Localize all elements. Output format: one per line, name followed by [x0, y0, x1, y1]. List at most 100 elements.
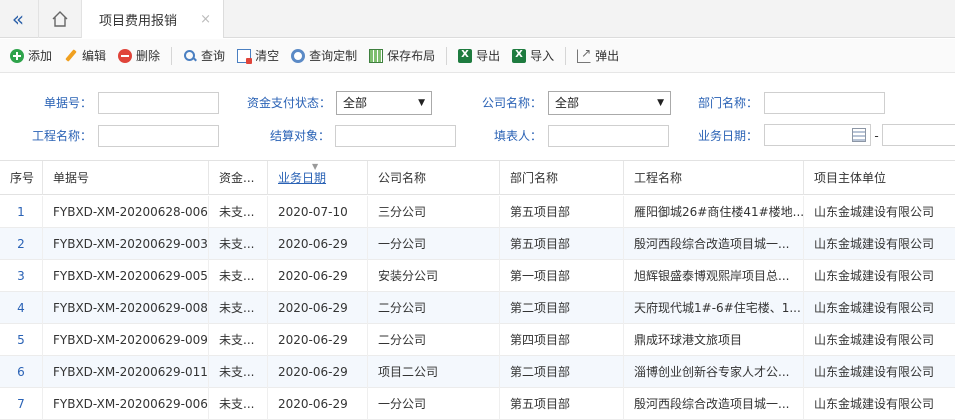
project-label: 工程名称： [31, 129, 92, 143]
col-header-doc-no[interactable]: 单据号 [43, 161, 209, 195]
cell-doc-no: FYBXD-XM-20200628-006 [43, 196, 209, 228]
collapse-sidebar-icon[interactable]: « [0, 0, 36, 38]
dept-label: 部门名称： [697, 96, 758, 110]
calendar-icon[interactable] [852, 128, 866, 142]
table-row[interactable]: 2 FYBXD-XM-20200629-003 未支... 2020-06-29 一分公… [0, 228, 955, 260]
toolbar: 添加 编辑 删除 查询 清空 查询定制 保存布局 导出 导入 弹出 [0, 39, 955, 73]
col-header-project[interactable]: 工程名称 [624, 161, 804, 195]
table-row[interactable]: 4 FYBXD-XM-20200629-008 未支... 2020-06-29 二分公… [0, 292, 955, 324]
cell-project: 旭辉银盛泰博观熙岸项目总... [624, 260, 804, 292]
table-row[interactable]: 3 FYBXD-XM-20200629-005 未支... 2020-06-29 安装分… [0, 260, 955, 292]
sort-arrow-icon: ▼ [312, 162, 319, 171]
cell-company: 项目二公司 [368, 356, 500, 388]
cell-seq: 6 [0, 356, 43, 388]
col-header-fund-status[interactable]: 资金... [209, 161, 268, 195]
clear-button-label: 清空 [255, 49, 280, 63]
edit-button-label: 编辑 [82, 49, 107, 63]
cell-project: 天府现代城1#-6#住宅楼、1... [624, 292, 804, 324]
search-icon [183, 49, 197, 63]
col-header-company[interactable]: 公司名称 [368, 161, 500, 195]
cell-seq: 4 [0, 292, 43, 324]
cell-company: 三分公司 [368, 196, 500, 228]
cell-fund-status: 未支... [209, 292, 268, 324]
add-button[interactable]: 添加 [5, 44, 57, 68]
date-range-separator: - [874, 129, 879, 143]
table-row[interactable]: 6 FYBXD-XM-20200629-011 未支... 2020-06-29 项目二… [0, 356, 955, 388]
delete-icon [118, 48, 133, 63]
cell-doc-no: FYBXD-XM-20200629-008 [43, 292, 209, 324]
cell-biz-date: 2020-06-29 [268, 228, 368, 260]
cell-unit: 山东金城建设有限公司 [814, 333, 935, 347]
biz-date-end-input[interactable] [882, 124, 955, 146]
home-tab[interactable] [38, 0, 82, 38]
search-form: 单据号： 资金支付状态： 全部 ▼ 公司名称： 全部 ▼ 部门名称： 工程名称：… [0, 73, 955, 155]
settle-label: 结算对象： [269, 129, 330, 143]
project-input[interactable] [98, 125, 219, 147]
cell-company: 安装分公司 [368, 260, 500, 292]
col-header-biz-date[interactable]: ▼ 业务日期 [268, 161, 368, 195]
cell-biz-date: 2020-06-29 [268, 260, 368, 292]
col-header-seq[interactable]: 序号 [0, 161, 43, 195]
delete-button-label: 删除 [136, 49, 161, 63]
company-label: 公司名称： [481, 96, 542, 110]
data-grid: 序号 单据号 资金... ▼ 业务日期 公司名称 部门名称 工程名称 项目主体单… [0, 160, 955, 420]
table-row[interactable]: 5 FYBXD-XM-20200629-009 未支... 2020-06-29 二分公… [0, 324, 955, 356]
dept-input[interactable] [764, 92, 885, 114]
edit-button[interactable]: 编辑 [59, 44, 111, 68]
export-button-label: 导出 [476, 49, 501, 63]
clear-button[interactable]: 清空 [232, 44, 284, 68]
fund-status-label: 资金支付状态： [246, 96, 331, 110]
cell-project: 淄博创业创新谷专家人才公... [624, 356, 804, 388]
cell-company: 二分公司 [368, 324, 500, 356]
cell-unit: 山东金城建设有限公司 [814, 365, 935, 379]
add-button-label: 添加 [28, 49, 53, 63]
cell-dept: 第五项目部 [500, 388, 624, 420]
company-select[interactable]: 全部 ▼ [548, 91, 671, 115]
delete-button[interactable]: 删除 [113, 44, 165, 68]
cell-dept: 第五项目部 [500, 228, 624, 260]
cell-unit: 山东金城建设有限公司 [814, 205, 935, 219]
popout-button-label: 弹出 [595, 49, 620, 63]
cell-fund-status: 未支... [209, 356, 268, 388]
import-button[interactable]: 导入 [507, 44, 559, 68]
cell-project: 殷河西段综合改造项目城一... [624, 228, 804, 260]
biz-date-start-input[interactable] [764, 124, 871, 146]
popout-button[interactable]: 弹出 [572, 44, 624, 68]
fund-status-value: 全部 [343, 96, 368, 110]
table-row[interactable]: 1 FYBXD-XM-20200628-006 未支... 2020-07-10 三分公… [0, 196, 955, 228]
cell-dept: 第二项目部 [500, 356, 624, 388]
cell-biz-date: 2020-06-29 [268, 356, 368, 388]
col-header-unit[interactable]: 项目主体单位 [804, 161, 955, 195]
save-layout-button[interactable]: 保存布局 [364, 44, 440, 68]
cell-seq: 1 [0, 196, 43, 228]
excel-import-icon [512, 48, 527, 63]
company-value: 全部 [555, 96, 580, 110]
doc-no-input[interactable] [98, 92, 219, 114]
cell-biz-date: 2020-06-29 [268, 324, 368, 356]
toolbar-divider [446, 46, 448, 65]
layout-icon [369, 48, 384, 63]
settle-input[interactable] [335, 125, 456, 147]
biz-date-label: 业务日期： [697, 129, 758, 143]
col-header-dept[interactable]: 部门名称 [500, 161, 624, 195]
cell-unit: 山东金城建设有限公司 [814, 237, 935, 251]
close-icon[interactable]: × [200, 12, 211, 27]
tab-project-expense[interactable]: 项目费用报销 × [82, 0, 224, 38]
table-row[interactable]: 7 FYBXD-XM-20200629-006 未支... 2020-06-29 一分公… [0, 388, 955, 420]
cell-seq: 2 [0, 228, 43, 260]
col-header-biz-date-label: 业务日期 [278, 171, 327, 185]
custom-query-button[interactable]: 查询定制 [286, 44, 362, 68]
fund-status-select[interactable]: 全部 ▼ [336, 91, 432, 115]
cell-project: 鼎成环球港文旅项目 [624, 324, 804, 356]
filler-label: 填表人： [493, 129, 542, 143]
cell-seq: 3 [0, 260, 43, 292]
filler-input[interactable] [548, 125, 669, 147]
query-button[interactable]: 查询 [178, 44, 230, 68]
export-button[interactable]: 导出 [453, 44, 505, 68]
cell-doc-no: FYBXD-XM-20200629-003 [43, 228, 209, 260]
cell-doc-no: FYBXD-XM-20200629-011 [43, 356, 209, 388]
cell-unit: 山东金城建设有限公司 [814, 269, 935, 283]
cell-fund-status: 未支... [209, 228, 268, 260]
cell-seq: 7 [0, 388, 43, 420]
cell-dept: 第一项目部 [500, 260, 624, 292]
